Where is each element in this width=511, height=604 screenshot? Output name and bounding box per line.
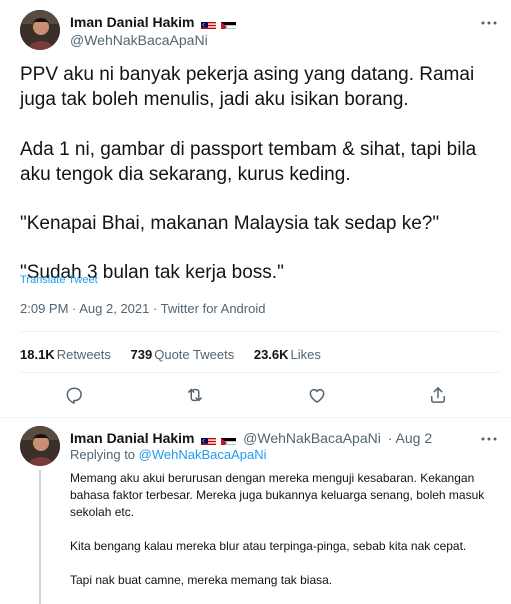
divider [0, 417, 511, 418]
replying-prefix: Replying to [70, 447, 136, 462]
avatar[interactable] [20, 426, 60, 466]
tweet-actions [0, 385, 511, 409]
tweet-timestamp[interactable]: 2:09 PM · Aug 2, 2021 · Twitter for Andr… [20, 301, 265, 316]
reply-text: Memang aku akui berurusan dengan mereka … [70, 470, 500, 604]
quotes-count[interactable]: 739 [131, 347, 153, 362]
reply-paragraph: Memang aku akui berurusan dengan mereka … [70, 471, 485, 519]
divider [20, 331, 500, 332]
retweets-count[interactable]: 18.1K [20, 347, 55, 362]
share-icon[interactable] [428, 385, 448, 405]
tweet-paragraph: Ada 1 ni, gambar di passport tembam & si… [20, 139, 477, 185]
retweet-icon[interactable] [185, 385, 205, 405]
author-name[interactable]: Iman Danial Hakim [70, 14, 237, 32]
tweet-stats: 18.1K Retweets 739 Quote Tweets 23.6K Likes [20, 347, 337, 362]
palestine-flag-icon [221, 435, 237, 445]
tweet-text: PPV aku ni banyak pekerja asing yang dat… [20, 62, 500, 309]
reply-author-handle[interactable]: @WehNakBacaApaNi [243, 430, 381, 446]
reply-paragraph: Kita bengang kalau mereka blur atau terp… [70, 539, 467, 553]
replying-handle-link[interactable]: @WehNakBacaApaNi [139, 447, 267, 462]
thread-line [39, 470, 41, 604]
reply-paragraph: Tapi nak buat camne, mereka memang tak b… [70, 573, 333, 587]
reply-icon[interactable] [64, 385, 84, 405]
divider [20, 372, 500, 373]
avatar[interactable] [20, 10, 60, 50]
like-icon[interactable] [307, 385, 327, 405]
flag-icons [201, 16, 237, 32]
likes-label[interactable]: Likes [291, 347, 321, 362]
translate-tweet-link[interactable]: Translate Tweet [20, 274, 98, 286]
tweet-paragraph: PPV aku ni banyak pekerja asing yang dat… [20, 64, 475, 110]
reply-date[interactable]: · Aug 2 [388, 430, 432, 446]
flag-icons [201, 432, 237, 448]
likes-count[interactable]: 23.6K [254, 347, 289, 362]
reply-author-name[interactable]: Iman Danial Hakim @WehNakBacaApaNi · Aug… [70, 430, 432, 448]
quotes-label[interactable]: Quote Tweets [154, 347, 234, 362]
author-handle[interactable]: @WehNakBacaApaNi [70, 32, 208, 48]
more-horizontal-icon[interactable] [480, 430, 498, 452]
malaysia-flag-icon [201, 435, 217, 445]
retweets-label[interactable]: Retweets [57, 347, 111, 362]
palestine-flag-icon [221, 19, 237, 29]
malaysia-flag-icon [201, 19, 217, 29]
more-horizontal-icon[interactable] [480, 14, 498, 36]
replying-to: Replying to @WehNakBacaApaNi [70, 447, 267, 462]
tweet-paragraph: "Kenapai Bhai, makanan Malaysia tak seda… [20, 213, 440, 234]
